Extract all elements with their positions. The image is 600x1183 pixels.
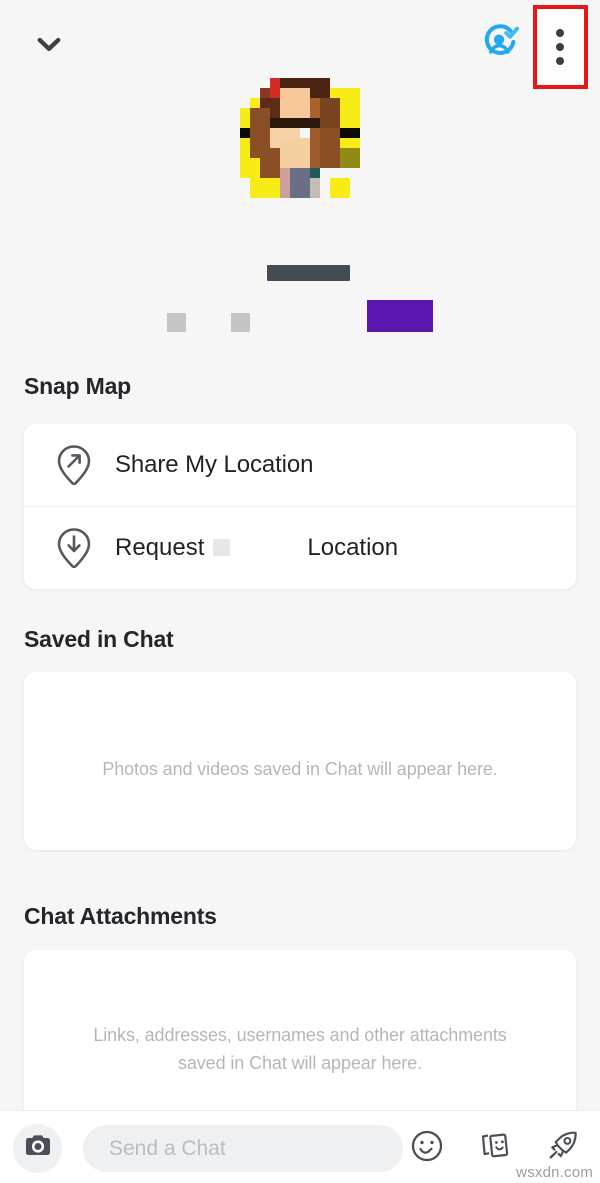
profile-badge-redacted bbox=[367, 300, 433, 332]
friendship-profile-screen: Snap Map Share My Location Request Locat… bbox=[0, 0, 600, 1183]
chat-actions bbox=[406, 1127, 584, 1169]
request-location-label-prefix: Request bbox=[115, 533, 205, 561]
stickers-button[interactable] bbox=[474, 1127, 516, 1169]
chat-attachments-empty-line1: Links, addresses, usernames and other at… bbox=[93, 1025, 507, 1045]
profile-meta-redacted-1 bbox=[167, 313, 186, 332]
chat-attachments-empty-text: Links, addresses, usernames and other at… bbox=[0, 1021, 600, 1077]
chat-attachments-section-title: Chat Attachments bbox=[24, 903, 217, 929]
more-options-button[interactable] bbox=[536, 8, 584, 86]
friend-added-verified-icon bbox=[479, 21, 521, 68]
friend-status-button[interactable] bbox=[475, 19, 525, 69]
snap-map-card: Share My Location Request Location bbox=[24, 424, 576, 589]
three-dot-menu-icon-dot3 bbox=[556, 57, 564, 65]
chat-bar bbox=[0, 1110, 600, 1183]
rocket-icon bbox=[545, 1128, 581, 1169]
share-my-location-label: Share My Location bbox=[115, 451, 314, 478]
chat-input[interactable] bbox=[83, 1125, 403, 1172]
bitmoji-avatar-pixelated bbox=[220, 78, 380, 238]
rocket-button[interactable] bbox=[542, 1127, 584, 1169]
snap-map-section-title: Snap Map bbox=[24, 373, 132, 399]
request-location-label: Request Location bbox=[115, 534, 398, 562]
chevron-down-icon bbox=[32, 27, 66, 66]
stickers-cards-icon bbox=[477, 1128, 513, 1169]
three-dot-menu-icon-dot2 bbox=[556, 43, 564, 51]
saved-in-chat-empty-text: Photos and videos saved in Chat will app… bbox=[102, 759, 498, 779]
camera-button[interactable] bbox=[13, 1124, 62, 1173]
avatar-container[interactable] bbox=[0, 78, 600, 238]
request-location-row[interactable]: Request Location bbox=[24, 506, 576, 588]
top-bar bbox=[0, 0, 600, 90]
camera-icon bbox=[23, 1131, 53, 1166]
request-location-label-suffix: Location bbox=[307, 533, 399, 561]
chat-attachments-empty-line2: saved in Chat will appear here. bbox=[177, 1053, 423, 1073]
smiley-face-icon bbox=[409, 1128, 445, 1169]
location-pin-request-icon bbox=[51, 525, 97, 571]
share-my-location-row[interactable]: Share My Location bbox=[24, 424, 576, 506]
saved-in-chat-section-title: Saved in Chat bbox=[24, 626, 174, 652]
display-name-redacted bbox=[267, 265, 350, 281]
three-dot-menu-icon bbox=[556, 29, 564, 37]
watermark: wsxdn.com bbox=[516, 1164, 593, 1181]
smiley-face-button[interactable] bbox=[406, 1127, 448, 1169]
request-location-name-redacted bbox=[213, 539, 231, 556]
collapse-button[interactable] bbox=[26, 23, 72, 69]
location-pin-share-icon bbox=[51, 442, 97, 488]
profile-meta-redacted-2 bbox=[231, 313, 250, 332]
